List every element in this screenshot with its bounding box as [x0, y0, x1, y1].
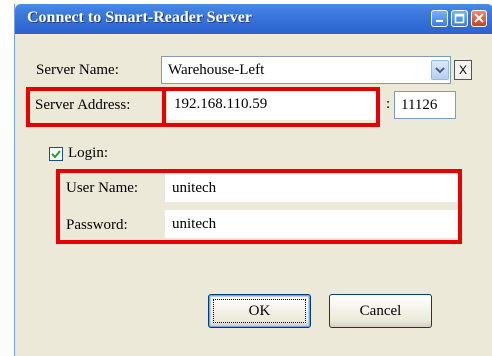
login-label: Login:	[68, 145, 108, 161]
clear-server-button[interactable]: X	[454, 60, 472, 80]
server-name-label: Server Name:	[36, 62, 119, 78]
maximize-button[interactable]	[451, 10, 468, 27]
highlight-server-address-input	[162, 87, 380, 127]
window-title: Connect to Smart-Reader Server	[27, 9, 252, 26]
port-value: 11126	[401, 97, 438, 113]
close-button[interactable]	[471, 10, 487, 27]
server-name-value: Warehouse-Left	[168, 62, 265, 78]
title-bar[interactable]: Connect to Smart-Reader Server	[15, 4, 492, 34]
server-name-dropdown-button[interactable]	[431, 60, 449, 80]
highlight-server-address-label	[26, 87, 166, 127]
maximize-icon	[454, 13, 465, 24]
cancel-button[interactable]: Cancel	[329, 294, 432, 328]
focus-rect	[213, 299, 306, 323]
ok-button[interactable]: OK	[208, 294, 311, 328]
server-name-combobox[interactable]: Warehouse-Left	[161, 56, 451, 84]
highlight-login-credentials	[56, 169, 462, 244]
cancel-label: Cancel	[359, 303, 402, 319]
close-icon	[474, 13, 484, 23]
checkmark-icon	[51, 150, 61, 159]
port-separator: :	[386, 96, 391, 112]
chevron-down-icon	[435, 67, 445, 74]
minimize-icon	[436, 20, 443, 22]
port-input[interactable]: 11126	[394, 91, 456, 119]
minimize-button[interactable]	[431, 10, 448, 27]
login-checkbox[interactable]	[49, 147, 63, 161]
